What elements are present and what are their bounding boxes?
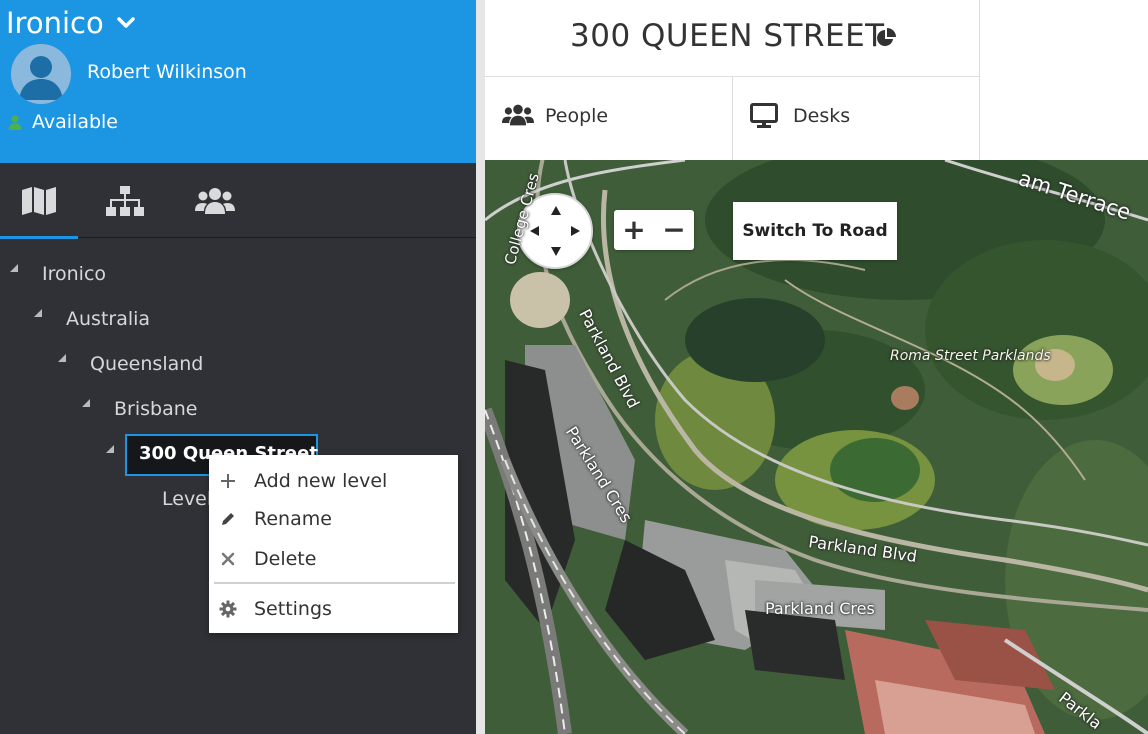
pan-up-icon[interactable] [551, 206, 561, 215]
map-icon [22, 187, 56, 215]
menu-item-add-level[interactable]: Add new level [209, 463, 458, 499]
user-status-icon [8, 115, 22, 130]
menu-label-delete: Delete [254, 548, 317, 570]
gear-icon [219, 600, 237, 618]
chevron-down-icon[interactable] [116, 16, 136, 30]
people-icon [502, 104, 534, 126]
nav-people-button[interactable]: People [485, 77, 732, 160]
tree-toggle-queensland[interactable] [58, 354, 66, 362]
menu-label-add-level: Add new level [254, 470, 388, 492]
context-menu: Add new level Rename Delete Settings [209, 455, 458, 633]
tree-node-queensland[interactable]: Queensland [90, 353, 203, 375]
pan-right-icon[interactable] [571, 226, 580, 236]
zoom-out-button[interactable]: − [654, 210, 694, 250]
tree-node-ironico[interactable]: Ironico [42, 263, 106, 285]
tree-node-level[interactable]: Level [162, 488, 212, 510]
panel-gutter [476, 0, 485, 734]
status-text[interactable]: Available [32, 110, 118, 134]
tree-toggle-australia[interactable] [34, 309, 42, 317]
users-icon [195, 188, 235, 214]
satellite-map[interactable]: + − Switch To Road am Terrace College Cr… [485, 160, 1148, 734]
tab-map[interactable] [0, 163, 78, 239]
avatar[interactable] [11, 44, 71, 104]
tree-toggle-root[interactable] [10, 264, 18, 272]
zoom-control: + − [614, 210, 694, 250]
menu-item-settings[interactable]: Settings [209, 591, 458, 627]
menu-separator [214, 582, 455, 584]
zoom-in-button[interactable]: + [614, 210, 654, 250]
menu-item-rename[interactable]: Rename [209, 501, 458, 537]
pencil-icon [219, 510, 237, 528]
user-name: Robert Wilkinson [87, 61, 247, 83]
building-header: 300 QUEEN STREET [485, 0, 980, 77]
building-title: 300 QUEEN STREET [570, 18, 885, 54]
menu-label-settings: Settings [254, 598, 332, 620]
nav-desks-label: Desks [793, 105, 851, 127]
tree-toggle-building[interactable] [106, 445, 114, 453]
tree-node-brisbane[interactable]: Brisbane [114, 398, 197, 420]
plus-icon [219, 472, 237, 490]
pan-down-icon[interactable] [551, 247, 561, 256]
switch-to-road-button[interactable]: Switch To Road [733, 202, 897, 260]
org-name[interactable]: Ironico [6, 4, 104, 42]
menu-item-delete[interactable]: Delete [209, 541, 458, 577]
monitor-icon [750, 103, 778, 128]
tree-toggle-brisbane[interactable] [82, 399, 90, 407]
header-right-divider [979, 0, 980, 160]
hierarchy-icon [106, 186, 144, 216]
tree-node-australia[interactable]: Australia [66, 308, 150, 330]
tab-users[interactable] [176, 163, 254, 239]
nav-desks-button[interactable]: Desks [733, 77, 979, 160]
menu-label-rename: Rename [254, 508, 332, 530]
tab-hierarchy[interactable] [88, 163, 162, 239]
map-label-parkland-cres-2: Parkland Cres [765, 599, 875, 618]
pie-chart-icon[interactable] [875, 27, 897, 49]
pan-left-icon[interactable] [530, 226, 539, 236]
user-silhouette-icon [11, 44, 71, 104]
map-label-park: Roma Street Parklands [890, 348, 1051, 364]
sidebar-header: Ironico Robert Wilkinson Available [0, 0, 476, 163]
nav-people-label: People [545, 105, 609, 127]
close-icon [219, 550, 237, 568]
active-tab-indicator [0, 236, 78, 239]
